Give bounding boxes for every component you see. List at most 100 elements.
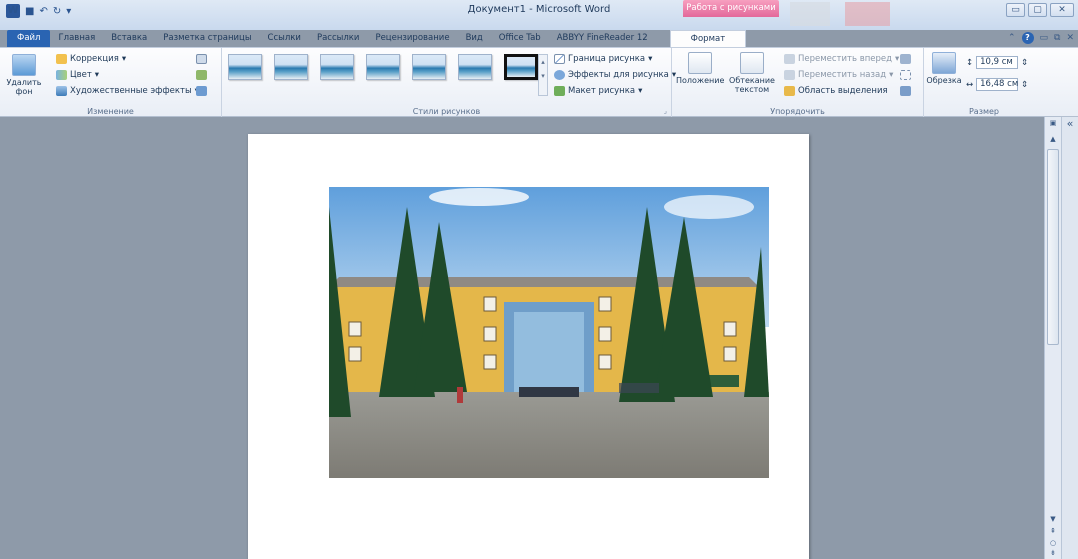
compress-pictures-icon[interactable] [196, 54, 207, 64]
picture-style-thumbnail[interactable] [366, 54, 400, 80]
tab-view[interactable]: Вид [458, 30, 491, 47]
tab-review[interactable]: Рецензирование [367, 30, 457, 47]
tab-file[interactable]: Файл [7, 30, 51, 47]
sun-icon [56, 54, 67, 64]
picture-layout-button[interactable]: Макет рисунка ▾ [554, 86, 642, 96]
position-icon [688, 52, 712, 74]
crop-button[interactable]: Обрезка [926, 52, 962, 85]
close-button[interactable]: ✕ [1050, 3, 1074, 17]
picture-style-thumbnail[interactable] [320, 54, 354, 80]
minimize-ribbon-icon[interactable]: ⌃ [1008, 33, 1016, 43]
tab-abbyy[interactable]: ABBYY FineReader 12 [549, 30, 656, 47]
bring-forward-icon [784, 54, 795, 64]
vertical-scrollbar[interactable]: ▣ ▲ ▼ ⇞ ○ ⇟ [1044, 117, 1061, 559]
tab-references[interactable]: Ссылки [260, 30, 309, 47]
gallery-scroll[interactable]: ▴ ▾ [538, 54, 548, 96]
rotate-icon[interactable] [900, 86, 911, 96]
next-page-icon[interactable]: ⇟ [1047, 549, 1059, 559]
picture-style-thumbnail[interactable] [274, 54, 308, 80]
group-size: Обрезка ↕ 10,9 см ⇕ ↔ 16,48 см ⇕ Размер [924, 48, 1044, 117]
crop-icon [932, 52, 956, 74]
ruler-toggle-icon[interactable]: ▣ [1047, 119, 1059, 129]
expand-pane-icon[interactable]: « [1067, 117, 1074, 130]
tab-format[interactable]: Формат [669, 30, 747, 47]
ribbon-tabs: Файл Главная Вставка Разметка страницы С… [0, 30, 747, 47]
height-input[interactable]: 10,9 см [976, 56, 1019, 69]
doc-close-icon[interactable]: ✕ [1066, 33, 1074, 43]
change-picture-icon[interactable] [196, 70, 207, 80]
tab-mailings[interactable]: Рассылки [309, 30, 367, 47]
wrap-text-icon [740, 52, 764, 74]
ribbon-right-controls: ⌃ ? ▭ ⧉ ✕ [1008, 32, 1074, 44]
inserted-photo[interactable] [329, 187, 769, 478]
width-field-row: ↔ 16,48 см ⇕ [966, 78, 1028, 91]
effects-icon [554, 70, 565, 80]
group-picture-styles: ▴ ▾ Граница рисунка ▾ Эффекты для рисунка ▾… [222, 48, 676, 117]
group-objects-icon[interactable] [900, 70, 911, 80]
window-title: Документ1 - Microsoft Word [467, 4, 611, 15]
picture-effects-button[interactable]: Эффекты для рисунка ▾ [554, 70, 676, 80]
picture-border-label: Граница рисунка [568, 54, 646, 64]
align-icon[interactable] [900, 54, 911, 64]
position-label: Положение [676, 76, 725, 85]
dialog-launcher-icon[interactable]: ⌟ [664, 107, 667, 115]
selection-pane-icon [784, 86, 795, 96]
height-field-row: ↕ 10,9 см ⇕ [966, 56, 1028, 69]
remove-background-button[interactable]: Удалить фон [4, 54, 44, 96]
picture-border-button[interactable]: Граница рисунка ▾ [554, 54, 652, 64]
picture-style-thumbnail-selected[interactable] [504, 54, 538, 80]
wrap-text-button[interactable]: Обтекание текстом [728, 52, 776, 94]
dropdown-arrow-icon: ▾ [889, 70, 894, 80]
picture-layout-label: Макет рисунка [568, 86, 636, 96]
office-tab-side-pane: « [1061, 117, 1078, 559]
picture-style-thumbnail[interactable] [458, 54, 492, 80]
artistic-effects-button[interactable]: Художественные эффекты▾ [56, 86, 199, 96]
bring-forward-button[interactable]: Переместить вперед ▾ [784, 54, 899, 64]
group-change: Удалить фон Коррекция ▾ Цвет ▾ Художествен… [0, 48, 222, 117]
color-button[interactable]: Цвет ▾ [56, 70, 99, 80]
document-page[interactable] [248, 134, 809, 559]
scrollbar-thumb[interactable] [1047, 149, 1059, 345]
picture-style-thumbnail[interactable] [228, 54, 262, 80]
position-button[interactable]: Положение [676, 52, 724, 85]
group-label-arrange: Упорядочить [770, 107, 825, 116]
previous-page-icon[interactable]: ⇞ [1047, 527, 1059, 537]
selection-pane-label: Область выделения [798, 86, 888, 96]
scroll-up-icon[interactable]: ▲ [1047, 135, 1059, 145]
width-input[interactable]: 16,48 см [976, 78, 1018, 91]
contextual-decoration [845, 2, 890, 26]
scroll-down-icon[interactable]: ▼ [1047, 515, 1059, 525]
reset-picture-icon[interactable] [196, 86, 207, 96]
bring-forward-label: Переместить вперед [798, 54, 892, 64]
dropdown-arrow-icon: ▾ [638, 86, 643, 96]
browse-object-icon[interactable]: ○ [1047, 539, 1059, 549]
height-spinner-icon[interactable]: ⇕ [1021, 58, 1028, 68]
artistic-effects-icon [56, 86, 67, 96]
color-icon [56, 70, 67, 80]
tab-office-tab[interactable]: Office Tab [491, 30, 549, 47]
contextual-decoration [790, 2, 830, 26]
correction-button[interactable]: Коррекция ▾ [56, 54, 126, 64]
maximize-button[interactable]: ▢ [1028, 3, 1047, 17]
doc-minimize-icon[interactable]: ▭ [1040, 33, 1049, 43]
tab-home[interactable]: Главная [50, 30, 103, 47]
remove-background-label: Удалить фон [6, 78, 42, 96]
send-backward-button[interactable]: Переместить назад ▾ [784, 70, 893, 80]
selection-pane-button[interactable]: Область выделения [784, 86, 888, 96]
picture-style-thumbnail[interactable] [412, 54, 446, 80]
group-label-size: Размер [968, 107, 999, 116]
dropdown-arrow-icon: ▾ [94, 70, 100, 80]
tab-insert[interactable]: Вставка [103, 30, 155, 47]
window-controls: ▭ ▢ ✕ [1006, 3, 1074, 17]
group-arrange: Положение Обтекание текстом Переместить … [672, 48, 924, 117]
dropdown-arrow-icon: ▾ [648, 54, 653, 64]
help-icon[interactable]: ? [1021, 32, 1034, 44]
document-workspace [0, 117, 1044, 559]
send-backward-label: Переместить назад [798, 70, 887, 80]
color-label: Цвет [70, 70, 92, 80]
width-spinner-icon[interactable]: ⇕ [1021, 80, 1028, 90]
doc-restore-icon[interactable]: ⧉ [1054, 33, 1060, 43]
remove-background-icon [12, 54, 36, 76]
minimize-button[interactable]: ▭ [1006, 3, 1025, 17]
tab-page-layout[interactable]: Разметка страницы [155, 30, 259, 47]
